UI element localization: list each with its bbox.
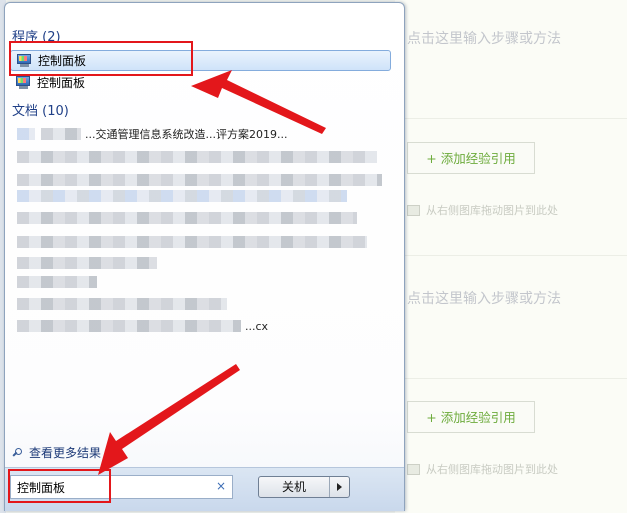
annotation-arrow-top: [191, 70, 326, 134]
annotation-arrows: [98, 70, 326, 475]
annotation-arrow-bottom: [98, 364, 240, 475]
